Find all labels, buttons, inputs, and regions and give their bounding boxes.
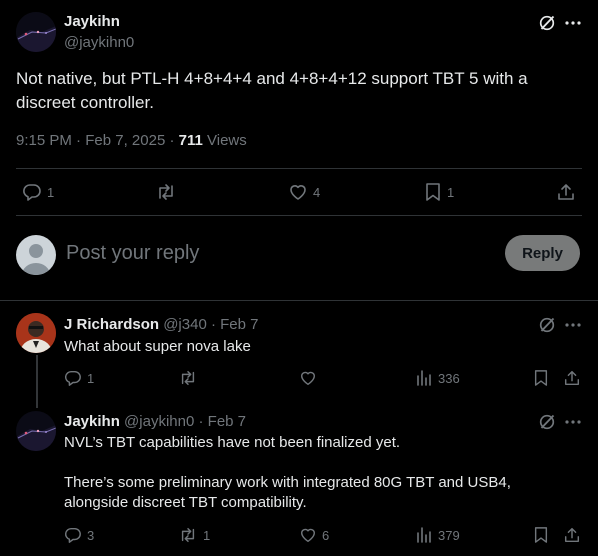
repost-button[interactable]: [155, 182, 182, 202]
post-time[interactable]: 9:15 PM: [16, 132, 72, 149]
like-icon: [288, 182, 308, 202]
reply-icon: [64, 526, 82, 544]
reply-input[interactable]: Post your reply: [66, 242, 199, 265]
reply-avatar[interactable]: [16, 411, 56, 451]
reply-count: 1: [87, 370, 95, 386]
reply-text-paragraph: NVL’s TBT capabilities have not been fin…: [64, 434, 401, 451]
bookmark-button[interactable]: 1: [424, 182, 454, 202]
reply-button[interactable]: 1: [22, 182, 54, 202]
like-button[interactable]: 4: [288, 182, 320, 202]
author-handle[interactable]: @jaykihn0: [64, 34, 134, 51]
share-icon: [556, 182, 576, 202]
like-button[interactable]: 6: [299, 526, 329, 544]
like-icon: [299, 526, 317, 544]
reply-avatar[interactable]: [16, 313, 56, 353]
repost-count: 1: [203, 527, 211, 543]
thread-line: [36, 355, 38, 408]
divider: [0, 300, 598, 301]
reply-author-name[interactable]: Jaykihn: [64, 413, 120, 430]
more-icon[interactable]: [562, 12, 584, 34]
views-count: 379: [438, 527, 460, 543]
divider: [16, 215, 582, 216]
like-count: 4: [313, 184, 321, 200]
bookmark-button[interactable]: [533, 526, 549, 544]
repost-icon: [178, 526, 198, 544]
post-meta: 9:15 PM · Feb 7, 2025 · 711 Views: [16, 132, 247, 149]
reply-button[interactable]: 3: [64, 526, 94, 544]
share-button[interactable]: [563, 369, 581, 387]
repost-button[interactable]: 1: [178, 526, 210, 544]
reply-text: What about super nova lake: [64, 338, 251, 355]
repost-button[interactable]: [178, 369, 203, 387]
like-icon: [299, 369, 317, 387]
divider: [16, 168, 582, 169]
author-avatar[interactable]: [16, 12, 56, 52]
bookmark-count: 1: [447, 184, 455, 200]
views-button[interactable]: 336: [415, 369, 460, 387]
views-button[interactable]: 379: [415, 526, 460, 544]
reply-author-name[interactable]: J Richardson: [64, 316, 159, 333]
views-count: 336: [438, 370, 460, 386]
reply-count: 1: [47, 184, 55, 200]
bookmark-icon: [533, 369, 549, 387]
reply-text: NVL’s TBT capabilities have not been fin…: [64, 433, 564, 513]
reply-button[interactable]: 1: [64, 369, 94, 387]
current-user-avatar: [16, 235, 56, 275]
author-name[interactable]: Jaykihn: [64, 13, 120, 30]
bookmark-icon: [424, 182, 442, 202]
share-button[interactable]: [563, 526, 581, 544]
reply-author-handle[interactable]: @jaykihn0: [124, 413, 194, 430]
views-icon: [415, 526, 433, 544]
reply-date[interactable]: Feb 7: [220, 316, 258, 333]
post-date[interactable]: Feb 7, 2025: [85, 132, 165, 149]
post-text: Not native, but PTL-H 4+8+4+4 and 4+8+4+…: [16, 69, 528, 112]
reply-header: Jaykihn @jaykihn0 · Feb 7: [64, 413, 247, 430]
reply-author-handle[interactable]: @j340: [163, 316, 207, 333]
grok-icon[interactable]: [536, 314, 558, 336]
share-button[interactable]: [556, 182, 576, 202]
reply-submit-button[interactable]: Reply: [505, 235, 580, 271]
reply-header: J Richardson @j340 · Feb 7: [64, 316, 259, 333]
like-count: 6: [322, 527, 330, 543]
more-icon[interactable]: [562, 314, 584, 336]
grok-icon[interactable]: [536, 411, 558, 433]
reply-text-paragraph: There’s some preliminary work with integ…: [64, 474, 511, 511]
like-button[interactable]: [299, 369, 322, 387]
more-icon[interactable]: [562, 411, 584, 433]
reply-count: 3: [87, 527, 95, 543]
views-label: Views: [207, 132, 247, 149]
views-icon: [415, 369, 433, 387]
reply-icon: [64, 369, 82, 387]
views-count: 711: [178, 132, 203, 149]
repost-icon: [155, 182, 177, 202]
reply-date[interactable]: Feb 7: [208, 413, 246, 430]
grok-icon[interactable]: [536, 12, 558, 34]
share-icon: [563, 369, 581, 387]
reply-icon: [22, 182, 42, 202]
repost-icon: [178, 369, 198, 387]
bookmark-button[interactable]: [533, 369, 549, 387]
bookmark-icon: [533, 526, 549, 544]
share-icon: [563, 526, 581, 544]
